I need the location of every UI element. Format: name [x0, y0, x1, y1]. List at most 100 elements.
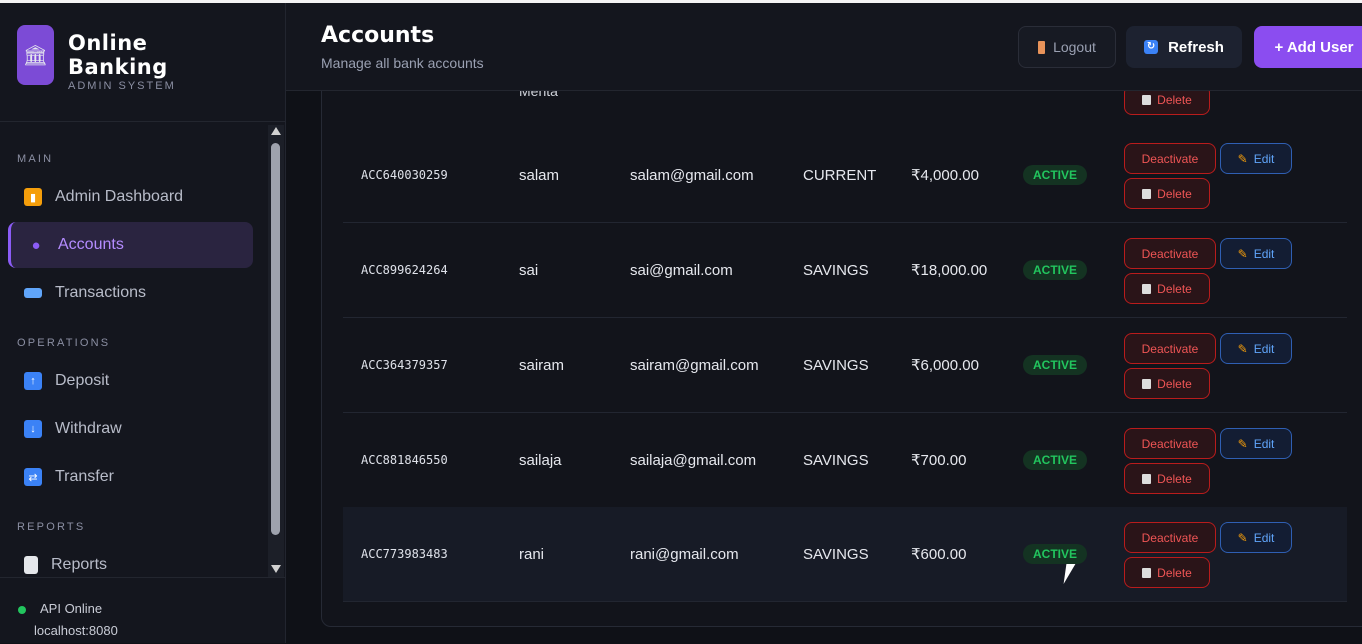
refresh-button[interactable]: ↻ Refresh: [1126, 26, 1242, 68]
account-type: SAVINGS: [803, 545, 869, 563]
delete-label: Delete: [1157, 281, 1192, 296]
edit-button[interactable]: ✎ Edit: [1220, 333, 1292, 364]
deactivate-button[interactable]: Deactivate: [1124, 333, 1216, 364]
refresh-label: Refresh: [1168, 38, 1224, 56]
sidebar-item-transactions[interactable]: Transactions: [8, 270, 253, 316]
sidebar-item-label: Transfer: [55, 468, 114, 485]
sidebar-item-accounts[interactable]: ● Accounts: [8, 222, 253, 268]
table-row: ACC364379357 sairam sairam@gmail.com SAVING…: [343, 318, 1347, 413]
status-badge: ACTIVE: [1023, 165, 1088, 185]
section-operations: OPERATIONS: [17, 337, 111, 349]
trash-icon: [1142, 473, 1152, 484]
table-row: ACC881846550 sailaja sailaja@gmail.com SAVI…: [343, 413, 1347, 508]
table-row: ACC899624264 sai sai@gmail.com SAVINGS ₹18,0…: [343, 223, 1347, 318]
account-email: sailaja@gmail.com: [630, 451, 757, 469]
brand-subtitle: ADMIN SYSTEM: [68, 80, 176, 92]
table-row: ACC773983483 rani rani@gmail.com SAVINGS ₹60…: [343, 507, 1347, 602]
deactivate-button[interactable]: Deactivate: [1124, 522, 1216, 553]
account-name: rani: [519, 545, 545, 563]
deactivate-button[interactable]: Deactivate: [1124, 428, 1216, 459]
edit-button[interactable]: ✎ Edit: [1220, 238, 1292, 269]
user-icon: ●: [31, 236, 41, 254]
sidebar-scrollbar[interactable]: [268, 125, 284, 577]
scrollbar-thumb[interactable]: [271, 143, 280, 535]
delete-button[interactable]: Delete: [1124, 178, 1210, 209]
sidebar-item-transfer[interactable]: ⇄ Transfer: [8, 454, 253, 500]
edit-label: Edit: [1253, 436, 1275, 451]
api-status-text: API Online: [40, 601, 103, 616]
sidebar-nav: MAIN ▮ Admin Dashboard ● Accounts Transa…: [0, 122, 285, 577]
delete-button[interactable]: Delete: [1124, 273, 1210, 304]
sidebar-item-label: Accounts: [58, 236, 124, 253]
account-balance: ₹600.00: [911, 546, 967, 563]
door-icon: [1038, 40, 1046, 54]
logout-button[interactable]: Logout: [1018, 26, 1116, 68]
document-icon: [24, 556, 38, 574]
status-badge: ACTIVE: [1023, 260, 1088, 280]
account-number: ACC640030259: [361, 168, 448, 182]
bank-icon: 🏛: [17, 25, 54, 85]
sidebar-item-withdraw[interactable]: ↓ Withdraw: [8, 406, 253, 452]
page-title: Accounts: [321, 23, 435, 48]
section-main: MAIN: [17, 153, 54, 165]
delete-button[interactable]: Delete: [1124, 557, 1210, 588]
delete-button[interactable]: Delete: [1124, 463, 1210, 494]
sidebar-item-label: Transactions: [55, 284, 146, 301]
account-email: sai@gmail.com: [630, 261, 733, 279]
delete-button[interactable]: Delete: [1124, 368, 1210, 399]
arrow-up-icon: ↑: [24, 372, 42, 390]
brand: 🏛 Online Banking ADMIN SYSTEM: [0, 3, 285, 122]
pencil-icon: ✎: [1237, 436, 1248, 451]
scroll-up-icon[interactable]: [271, 127, 281, 135]
account-email: salam@gmail.com: [630, 166, 754, 184]
sidebar-item-label: Withdraw: [55, 420, 122, 437]
deactivate-button[interactable]: Deactivate: [1124, 238, 1216, 269]
page-subtitle: Manage all bank accounts: [321, 55, 484, 71]
edit-label: Edit: [1253, 151, 1275, 166]
account-name: sailaja: [519, 451, 562, 469]
delete-label: Delete: [1157, 93, 1192, 107]
table-row: ACC640030259 salam salam@gmail.com CURRENT ₹…: [343, 128, 1347, 223]
edit-button[interactable]: ✎ Edit: [1220, 522, 1292, 553]
sidebar-item-label: Reports: [51, 556, 108, 573]
account-type: SAVINGS: [803, 356, 869, 374]
account-balance: ₹4,000.00: [911, 167, 979, 184]
account-email: rani@gmail.com: [630, 545, 739, 563]
sidebar-item-deposit[interactable]: ↑ Deposit: [8, 358, 253, 404]
sidebar-item-admin-dashboard[interactable]: ▮ Admin Dashboard: [8, 174, 253, 220]
account-type: SAVINGS: [803, 261, 869, 279]
add-user-button[interactable]: + Add User: [1254, 26, 1362, 68]
edit-button[interactable]: ✎ Edit: [1220, 143, 1292, 174]
pencil-icon: ✎: [1237, 530, 1248, 545]
edit-button[interactable]: ✎ Edit: [1220, 428, 1292, 459]
edit-label: Edit: [1253, 341, 1275, 356]
edit-label: Edit: [1253, 246, 1275, 261]
account-name: sairam: [519, 356, 565, 374]
account-number: ACC364379357: [361, 358, 448, 372]
account-number: ACC773983483: [361, 547, 448, 561]
account-type: CURRENT: [803, 166, 877, 184]
account-name: salam: [519, 166, 560, 184]
pencil-icon: ✎: [1237, 151, 1248, 166]
deactivate-button[interactable]: Deactivate: [1124, 143, 1216, 174]
status-dot-icon: [18, 606, 26, 614]
trash-icon: [1142, 567, 1152, 578]
account-number: ACC881846550: [361, 453, 448, 467]
transfer-icon: ⇄: [24, 468, 42, 486]
account-balance: ₹6,000.00: [911, 357, 979, 374]
trash-icon: [1142, 188, 1152, 199]
account-email: sairam@gmail.com: [630, 356, 759, 374]
account-balance: ₹700.00: [911, 452, 967, 469]
sidebar: 🏛 Online Banking ADMIN SYSTEM MAIN ▮ Adm…: [0, 3, 286, 643]
delete-label: Delete: [1157, 565, 1192, 580]
status-badge: ACTIVE: [1023, 450, 1088, 470]
delete-label: Delete: [1157, 376, 1192, 391]
section-reports: REPORTS: [17, 521, 86, 533]
api-host: localhost:8080: [34, 623, 118, 638]
card-icon: [24, 288, 42, 298]
sidebar-item-label: Deposit: [55, 372, 110, 389]
scroll-down-icon[interactable]: [271, 565, 281, 573]
account-balance: ₹18,000.00: [911, 262, 988, 279]
brand-title: Online Banking: [68, 31, 168, 79]
arrow-down-icon: ↓: [24, 420, 42, 438]
